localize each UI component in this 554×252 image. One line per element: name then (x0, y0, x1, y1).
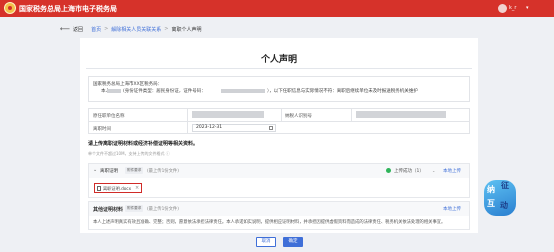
declaration-panel: 个人声明 国家税务总局上海市XX区税务局： 本人 (身份证件类型：居民身份证，证… (80, 38, 478, 233)
site-title: 国家税务总局上海市电子税务局 (19, 5, 117, 13)
avatar[interactable] (498, 4, 507, 13)
breadcrumb-separator: > (164, 26, 169, 32)
attachment-name: 其他证明材料 (93, 207, 124, 213)
divider (187, 109, 188, 121)
uploaded-file-chip[interactable]: 离职证明.docx × (94, 183, 142, 193)
chevron-down-icon[interactable]: ⌄ (93, 167, 97, 173)
attachment-name: 离职证明 (100, 169, 118, 174)
employer-row: 原任职单位名称 纳税人识别号 (88, 108, 470, 121)
back-link[interactable]: 返回 (73, 26, 83, 33)
taxpayer-id-label: 纳税人识别号 (285, 114, 312, 119)
divider (86, 68, 472, 69)
confirm-button[interactable]: 确定 (283, 237, 303, 247)
requirement-badge[interactable]: 附件要求 (125, 205, 144, 212)
page-title: 个人声明 (260, 55, 297, 65)
widget-char: 互 (487, 199, 495, 208)
close-icon[interactable]: × (135, 185, 139, 191)
breadcrumb-item-unlink[interactable]: 解除相关人员关联关系 (111, 26, 161, 33)
local-upload-link[interactable]: 本地上传 (443, 206, 461, 212)
back-arrow-icon[interactable]: ⟵ (60, 25, 70, 33)
requirement-badge[interactable]: 附件要求 (125, 167, 144, 174)
attachment-header[interactable]: 其他证明材料 附件要求 (最上传1份文件) 本地上传 (89, 202, 469, 216)
uploaded-file-name[interactable]: 离职证明.docx (103, 186, 131, 192)
leave-date-row: 离职时间 2023-12-31 (88, 121, 470, 134)
top-header: 国家税务总局上海市电子税务局 k_r ▾ (0, 0, 554, 17)
upload-status[interactable]: 上传成功（1） (394, 168, 424, 174)
document-icon (97, 186, 101, 191)
attachments-section-title: 请上传离职证明材料或经济补偿证明等相关资料。 (88, 141, 199, 147)
chevron-down-icon[interactable]: ⌄ (432, 168, 435, 173)
calendar-icon[interactable] (269, 126, 273, 130)
breadcrumb-item-home[interactable]: 首页 (91, 26, 101, 33)
divider (281, 109, 282, 121)
attachment-note: (最上传1份文件) (147, 207, 179, 212)
declaration-id-text: (身份证件类型：居民身份证，证件号码： (123, 89, 206, 94)
attachments-hint: 单个文件不超过10M，支持上传的文件格式 ⓘ (88, 151, 170, 156)
divider (187, 122, 188, 134)
interaction-widget[interactable]: 纳 征 互 动 (480, 178, 518, 218)
redacted-name (107, 88, 121, 93)
commitment-text: 本人上述声明真实有效且准确、完整；否则，愿意依法承担法律责任。本人承诺如实说明，… (93, 220, 446, 225)
leave-date-label: 离职时间 (93, 127, 111, 132)
redacted-id-number (221, 88, 265, 93)
attachment-note: (最上传1份文件) (147, 169, 179, 174)
widget-char: 动 (500, 201, 508, 210)
breadcrumb: ⟵ 返回 首页 > 解除相关人员关联关系 > 离职个人声明 (60, 24, 202, 34)
breadcrumb-separator: > (104, 26, 109, 32)
attachment-header[interactable]: ⌄ 离职证明 附件要求 (最上传1份文件) 上传成功（1） ⌄ 本地上传 (89, 164, 469, 178)
cancel-button[interactable]: 取消 (256, 237, 276, 247)
declaration-text-box: 国家税务总局上海市XX区税务局： 本人 (身份证件类型：居民身份证，证件号码： … (88, 76, 470, 102)
widget-char: 征 (501, 181, 509, 190)
local-upload-link[interactable]: 本地上传 (443, 168, 461, 174)
widget-char: 纳 (487, 185, 495, 194)
leave-date-input[interactable]: 2023-12-31 (192, 124, 276, 132)
success-icon (386, 168, 391, 173)
declaration-statement: ），以下任职信息与实际情况不符：离职后继续单位未及时报送税务机关维护 (267, 89, 418, 94)
tax-emblem-icon (4, 2, 16, 14)
employer-value-redacted (192, 111, 264, 118)
divider (351, 109, 352, 121)
attachment-card-resignation-proof: ⌄ 离职证明 附件要求 (最上传1份文件) 上传成功（1） ⌄ 本地上传 离职证… (88, 163, 470, 198)
chevron-down-icon[interactable]: ▾ (526, 5, 529, 11)
employer-label: 原任职单位名称 (93, 114, 125, 119)
declaration-addressee: 国家税务总局上海市XX区税务局： (93, 82, 163, 87)
taxpayer-id-value-redacted (356, 111, 446, 118)
breadcrumb-item-current: 离职个人声明 (171, 26, 202, 33)
attachment-card-other-proof: 其他证明材料 附件要求 (最上传1份文件) 本地上传 本人上述声明真实有效且准确… (88, 201, 470, 230)
user-name[interactable]: k_r (509, 5, 516, 11)
leave-date-value: 2023-12-31 (196, 125, 223, 130)
